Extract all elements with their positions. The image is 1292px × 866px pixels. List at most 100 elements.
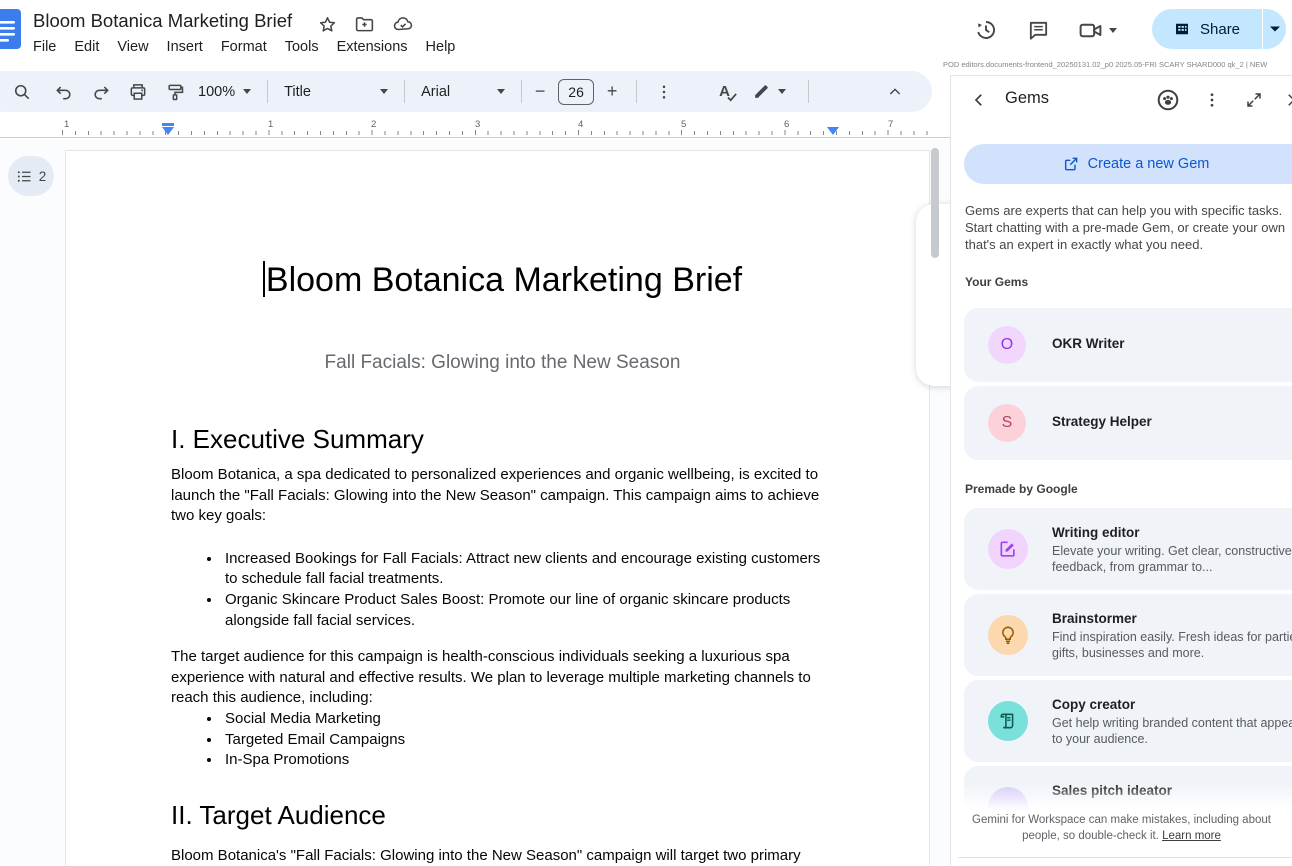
menu-insert[interactable]: Insert — [158, 37, 212, 57]
menu-help[interactable]: Help — [417, 37, 465, 57]
tabs-outline-button[interactable]: 2 — [8, 156, 54, 196]
gem-description: Elevate your writing. Get clear, constru… — [1052, 543, 1292, 575]
open-in-new-icon — [1063, 156, 1079, 172]
panel-divider — [958, 857, 1292, 858]
premade-by-google-label: Premade by Google — [965, 482, 1078, 496]
menu-tools[interactable]: Tools — [276, 37, 328, 57]
doc-bullet-item[interactable]: Social Media Marketing — [222, 709, 834, 730]
paw-dogfood-icon[interactable] — [1155, 87, 1181, 113]
gem-description: Get help writing branded content that ap… — [1052, 715, 1292, 747]
gem-name: Brainstormer — [1052, 611, 1137, 626]
more-formatting-icon[interactable] — [649, 77, 679, 107]
ruler-label: 1 — [62, 119, 71, 130]
ruler-label: 4 — [576, 119, 585, 130]
menu-format[interactable]: Format — [212, 37, 276, 57]
gem-card-okr-writer[interactable]: O OKR Writer — [964, 308, 1292, 382]
pen-icon — [752, 82, 771, 101]
right-indent-marker[interactable] — [827, 127, 839, 135]
move-folder-icon[interactable] — [354, 14, 375, 35]
doc-paragraph[interactable]: The target audience for this campaign is… — [171, 647, 834, 709]
close-icon[interactable] — [1281, 87, 1292, 113]
doc-subtitle[interactable]: Fall Facials: Glowing into the New Seaso… — [171, 351, 834, 375]
menu-view[interactable]: View — [108, 37, 157, 57]
share-lock-icon — [1173, 20, 1191, 38]
expand-icon[interactable] — [1241, 87, 1267, 113]
version-history-icon[interactable] — [973, 17, 999, 43]
editing-mode-select[interactable] — [752, 82, 786, 101]
gem-name: Writing editor — [1052, 525, 1140, 540]
doc-paragraph[interactable]: Bloom Botanica's "Fall Facials: Glowing … — [171, 846, 834, 866]
star-icon[interactable] — [318, 15, 337, 34]
doc-bullet-item[interactable]: Targeted Email Campaigns — [222, 730, 834, 751]
create-new-gem-button[interactable]: Create a new Gem — [964, 144, 1292, 184]
share-button-label: Share — [1200, 21, 1240, 38]
decrease-font-size-button[interactable]: − — [528, 81, 552, 102]
redo-icon[interactable] — [86, 77, 116, 107]
menu-extensions[interactable]: Extensions — [328, 37, 417, 57]
outline-list-icon — [16, 168, 33, 185]
vertical-scrollbar-thumb[interactable] — [931, 148, 939, 258]
header-actions: Share — [950, 0, 1292, 56]
zoom-select[interactable]: 100% — [198, 84, 251, 100]
first-line-indent-marker[interactable] — [162, 123, 174, 126]
tabs-count: 2 — [39, 169, 47, 184]
cloud-saved-icon[interactable] — [392, 13, 414, 35]
menu-file[interactable]: File — [31, 37, 65, 57]
share-dropdown-icon[interactable] — [1263, 25, 1286, 33]
doc-bullet-list: Increased Bookings for Fall Facials: Att… — [171, 549, 834, 631]
kebab-menu-icon[interactable] — [1199, 87, 1225, 113]
comments-icon[interactable] — [1025, 17, 1051, 43]
doc-bullet-item[interactable]: In-Spa Promotions — [222, 750, 834, 771]
video-call-icon[interactable] — [1077, 17, 1103, 43]
gem-card-brainstormer[interactable]: Brainstormer Find inspiration easily. Fr… — [964, 594, 1292, 676]
gems-side-panel: Gems Create a new Gem Gem — [950, 75, 1292, 865]
toolbar: 100% Title Arial − 26 + A — [0, 71, 932, 112]
brainstormer-bulb-icon — [988, 615, 1028, 655]
font-family-select[interactable]: Arial — [417, 84, 509, 100]
video-call-dropdown-icon[interactable] — [1106, 17, 1120, 43]
left-indent-marker[interactable] — [162, 127, 174, 135]
search-menus-icon[interactable] — [7, 77, 37, 107]
doc-bullet-list: Social Media Marketing Targeted Email Ca… — [171, 709, 834, 771]
writing-editor-icon — [988, 529, 1028, 569]
increase-font-size-button[interactable]: + — [600, 81, 624, 102]
menu-edit[interactable]: Edit — [65, 37, 108, 57]
undo-icon[interactable] — [49, 77, 79, 107]
doc-bullet-item[interactable]: Organic Skincare Product Sales Boost: Pr… — [222, 590, 834, 631]
doc-heading-title[interactable]: Bloom Botanica Marketing Brief — [171, 259, 834, 301]
ruler-label: 5 — [679, 119, 688, 130]
your-gems-label: Your Gems — [965, 275, 1028, 289]
google-docs-logo-icon[interactable] — [0, 9, 21, 49]
paint-format-icon[interactable] — [160, 77, 190, 107]
zoom-value: 100% — [198, 84, 235, 100]
doc-bullet-item[interactable]: Increased Bookings for Fall Facials: Att… — [222, 549, 834, 590]
learn-more-link[interactable]: Learn more — [1162, 830, 1221, 842]
gem-card-writing-editor[interactable]: Writing editor Elevate your writing. Get… — [964, 508, 1292, 590]
print-icon[interactable] — [123, 77, 153, 107]
doc-heading-2[interactable]: II. Target Audience — [171, 799, 834, 832]
ruler-label: 2 — [369, 119, 378, 130]
horizontal-ruler: 1 1 2 3 4 5 6 7 — [0, 119, 950, 138]
gems-panel-title: Gems — [1005, 89, 1049, 108]
document-title-input[interactable]: Bloom Botanica Marketing Brief — [33, 10, 292, 32]
ruler-label: 7 — [886, 119, 895, 130]
gem-card-copy-creator[interactable]: Copy creator Get help writing branded co… — [964, 680, 1292, 762]
doc-paragraph[interactable]: Bloom Botanica, a spa dedicated to perso… — [171, 465, 834, 527]
disclaimer-text: Gemini for Workspace can make mistakes, … — [972, 814, 1271, 842]
gem-name: OKR Writer — [1052, 336, 1125, 351]
hide-menus-icon[interactable] — [880, 77, 910, 107]
share-button[interactable]: Share — [1152, 9, 1286, 49]
document-page[interactable]: Bloom Botanica Marketing Brief Fall Faci… — [65, 150, 930, 865]
titlebar: Bloom Botanica Marketing Brief File Edit… — [0, 0, 950, 66]
back-icon[interactable] — [967, 88, 991, 112]
copy-creator-scroll-icon — [988, 701, 1028, 741]
paragraph-style-select[interactable]: Title — [280, 84, 392, 100]
ruler-label: 3 — [473, 119, 482, 130]
font-value: Arial — [421, 84, 450, 100]
gem-card-strategy-helper[interactable]: S Strategy Helper — [964, 386, 1292, 460]
text-cursor — [263, 261, 265, 297]
spelling-grammar-check-icon[interactable]: A — [719, 83, 730, 100]
create-new-gem-label: Create a new Gem — [1088, 156, 1210, 172]
doc-heading-1[interactable]: I. Executive Summary — [171, 423, 834, 456]
font-size-input[interactable]: 26 — [558, 79, 594, 105]
